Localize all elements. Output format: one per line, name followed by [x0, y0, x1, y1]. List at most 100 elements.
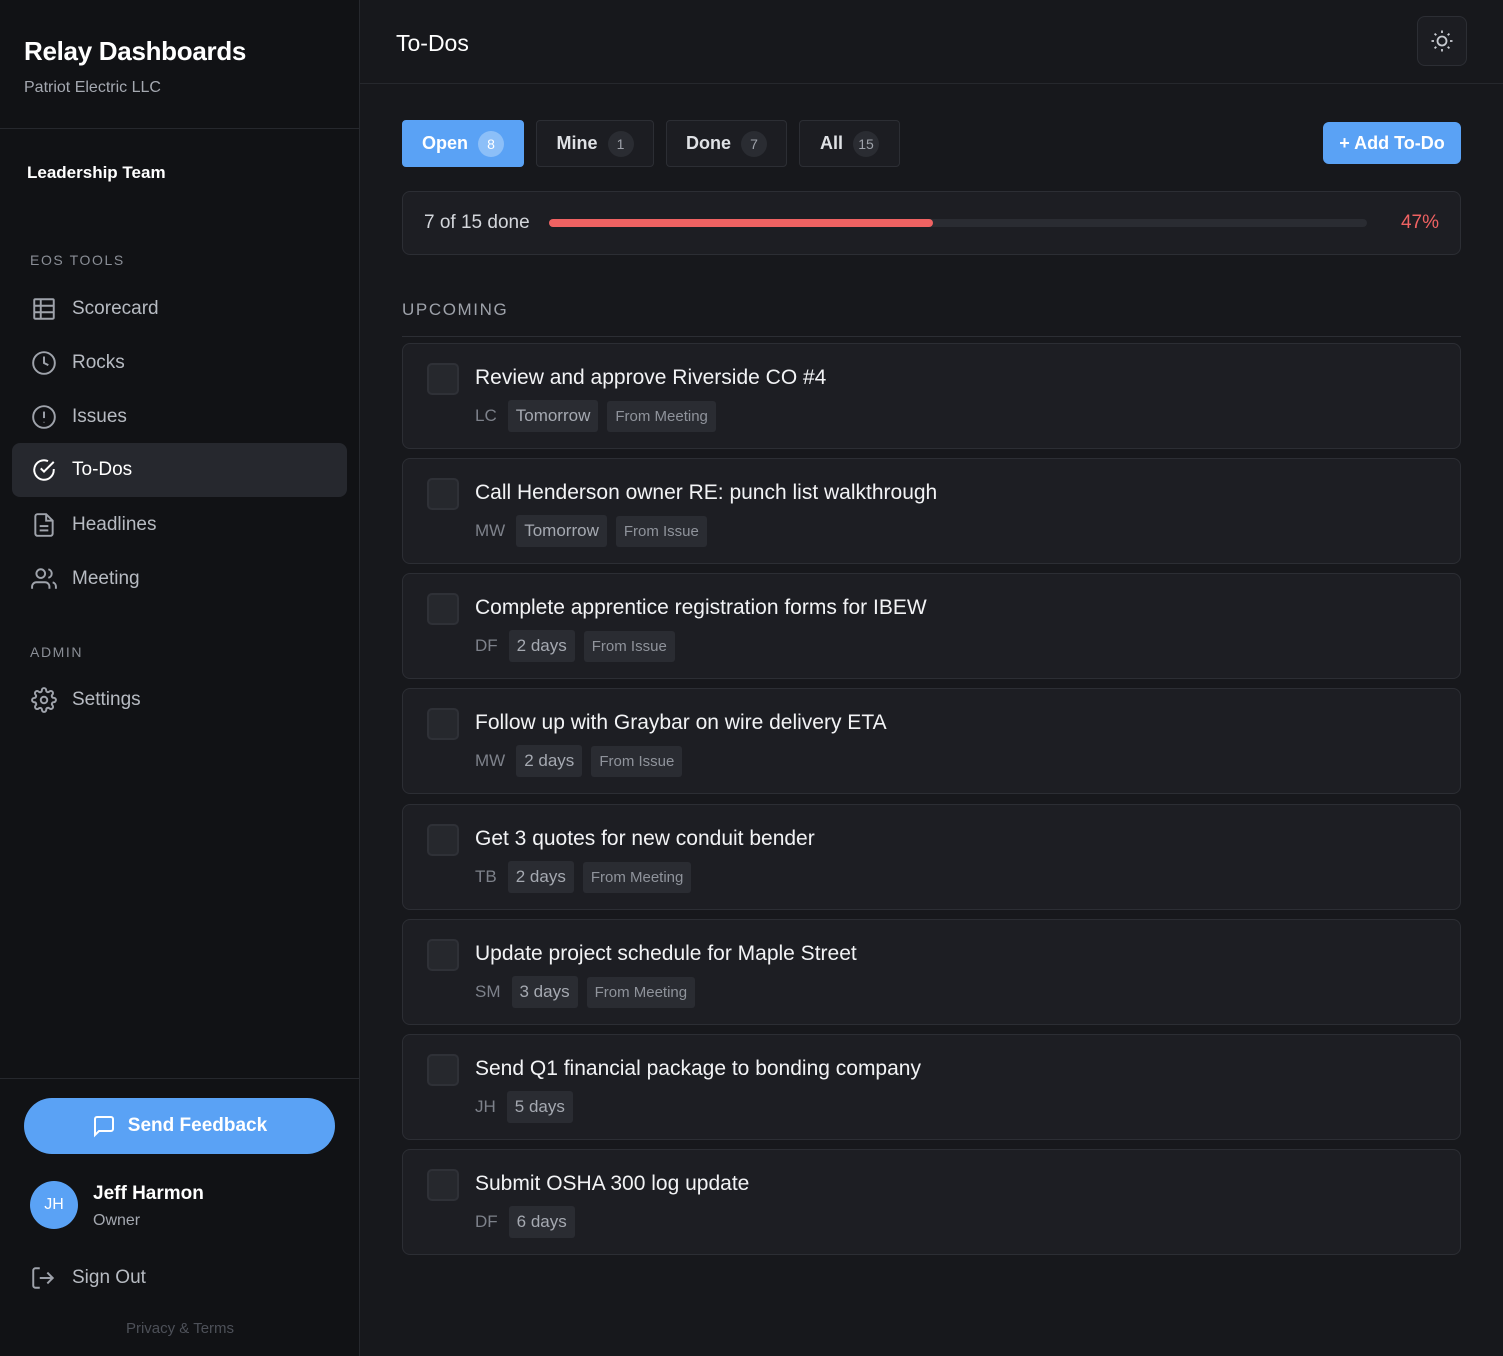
todo-item[interactable]: Get 3 quotes for new conduit bender TB 2… — [402, 804, 1461, 910]
source-badge: From Meeting — [582, 861, 692, 893]
progress-bar — [549, 219, 1367, 227]
progress-text: 7 of 15 done — [424, 212, 530, 233]
tab-label: Done — [686, 133, 731, 153]
due-badge: 2 days — [508, 630, 575, 662]
sign-out-button[interactable]: Sign Out — [30, 1265, 146, 1291]
tab-all[interactable]: All 15 — [799, 120, 900, 167]
todo-meta: MW Tomorrow From Issue — [475, 515, 707, 547]
todo-checkbox[interactable] — [427, 1169, 459, 1201]
todo-title: Call Henderson owner RE: punch list walk… — [475, 481, 938, 504]
send-feedback-button[interactable]: Send Feedback — [24, 1098, 335, 1154]
todo-meta: DF 6 days — [475, 1206, 575, 1238]
sun-icon — [1431, 30, 1453, 52]
section-label-tools: EOS TOOLS — [30, 252, 125, 268]
sidebar-item-label: Meeting — [72, 568, 140, 589]
tab-count: 8 — [478, 130, 504, 157]
team-selector[interactable]: Leadership Team — [27, 163, 166, 183]
todo-meta: LC Tomorrow From Meeting — [475, 400, 716, 432]
sidebar-item-meeting[interactable]: Meeting — [12, 552, 347, 606]
todo-item[interactable]: Call Henderson owner RE: punch list walk… — [402, 458, 1461, 564]
sidebar-item-label: Issues — [72, 406, 127, 427]
progress-percent: 47% — [1400, 212, 1439, 233]
tab-done[interactable]: Done 7 — [666, 120, 787, 167]
owner-initials: DF — [475, 636, 498, 655]
send-feedback-label: Send Feedback — [127, 1115, 268, 1136]
logout-icon — [32, 1267, 55, 1289]
sidebar-item-label: Rocks — [72, 352, 125, 373]
due-badge: 3 days — [511, 976, 578, 1008]
app-title: Relay Dashboards — [24, 36, 247, 66]
sidebar-item-headlines[interactable]: Headlines — [12, 498, 347, 552]
due-badge: 2 days — [516, 745, 583, 777]
todo-meta: TB 2 days From Meeting — [475, 861, 692, 893]
gear-icon — [30, 686, 58, 714]
page-title: To-Dos — [396, 30, 469, 56]
todo-item[interactable]: Complete apprentice registration forms f… — [402, 573, 1461, 679]
todo-title: Update project schedule for Maple Street — [475, 942, 857, 965]
tab-count: 15 — [853, 130, 879, 157]
todo-item[interactable]: Send Q1 financial package to bonding com… — [402, 1034, 1461, 1140]
sidebar-footer: Send Feedback JH Jeff Harmon Owner Sign … — [0, 1078, 360, 1356]
todo-title: Send Q1 financial package to bonding com… — [475, 1057, 921, 1080]
owner-initials: TB — [475, 867, 497, 886]
sidebar-item-rocks[interactable]: Rocks — [12, 336, 347, 390]
section-label-admin: ADMIN — [30, 644, 84, 660]
tab-open[interactable]: Open 8 — [402, 120, 524, 167]
todo-title: Review and approve Riverside CO #4 — [475, 366, 827, 389]
sidebar-item-label: Headlines — [72, 514, 157, 535]
todo-checkbox[interactable] — [427, 363, 459, 395]
source-badge: From Issue — [583, 630, 675, 662]
sidebar-item-label: To-Dos — [72, 459, 133, 480]
chat-icon — [93, 1116, 114, 1138]
sidebar-item-todos[interactable]: To-Dos — [12, 443, 347, 497]
todo-item[interactable]: Update project schedule for Maple Street… — [402, 919, 1461, 1025]
owner-initials: LC — [475, 406, 497, 425]
todo-checkbox[interactable] — [427, 1054, 459, 1086]
progress-card: 7 of 15 done 47% — [402, 191, 1461, 255]
sidebar-item-label: Settings — [72, 689, 141, 710]
tab-count: 7 — [741, 130, 767, 157]
owner-initials: JH — [475, 1097, 496, 1116]
tab-label: Mine — [556, 133, 598, 153]
source-badge: From Meeting — [586, 976, 696, 1008]
company-name: Patriot Electric LLC — [24, 79, 161, 96]
tab-label: All — [819, 133, 843, 153]
sidebar-item-settings[interactable]: Settings — [12, 673, 347, 727]
source-badge: From Issue — [615, 515, 707, 547]
owner-initials: MW — [475, 751, 506, 770]
alert-circle-icon — [30, 403, 58, 431]
theme-toggle-button[interactable] — [1417, 16, 1467, 66]
brand: Relay Dashboards Patriot Electric LLC — [0, 0, 359, 129]
source-badge: From Meeting — [607, 400, 716, 432]
todo-title: Get 3 quotes for new conduit bender — [475, 827, 815, 850]
sidebar-item-label: Scorecard — [72, 298, 159, 319]
avatar[interactable]: JH — [30, 1181, 78, 1229]
sign-out-label: Sign Out — [72, 1267, 146, 1288]
todo-checkbox[interactable] — [427, 824, 459, 856]
privacy-terms-link[interactable]: Privacy & Terms — [0, 1320, 360, 1337]
tab-label: Open — [421, 133, 468, 153]
tab-count: 1 — [607, 130, 634, 157]
progress-fill — [549, 219, 934, 227]
due-badge: Tomorrow — [507, 400, 599, 432]
check-circle-icon — [30, 456, 58, 484]
top-bar: To-Dos — [360, 0, 1503, 84]
add-todo-button[interactable]: + Add To-Do — [1323, 122, 1461, 164]
sidebar-item-scorecard[interactable]: Scorecard — [12, 282, 347, 336]
todo-title: Complete apprentice registration forms f… — [475, 596, 927, 619]
todo-checkbox[interactable] — [427, 939, 459, 971]
todo-item[interactable]: Review and approve Riverside CO #4 LC To… — [402, 343, 1461, 449]
grid-icon — [30, 295, 58, 323]
todo-item[interactable]: Follow up with Graybar on wire delivery … — [402, 688, 1461, 794]
todo-checkbox[interactable] — [427, 478, 459, 510]
todo-item[interactable]: Submit OSHA 300 log update DF 6 days — [402, 1149, 1461, 1255]
todo-checkbox[interactable] — [427, 593, 459, 625]
todo-checkbox[interactable] — [427, 708, 459, 740]
tab-mine[interactable]: Mine 1 — [536, 120, 654, 167]
due-badge: 6 days — [508, 1206, 575, 1238]
todo-meta: SM 3 days From Meeting — [475, 976, 696, 1008]
owner-initials: SM — [475, 982, 501, 1001]
user-role: Owner — [93, 1212, 141, 1229]
owner-initials: MW — [475, 521, 506, 540]
sidebar-item-issues[interactable]: Issues — [12, 390, 347, 444]
